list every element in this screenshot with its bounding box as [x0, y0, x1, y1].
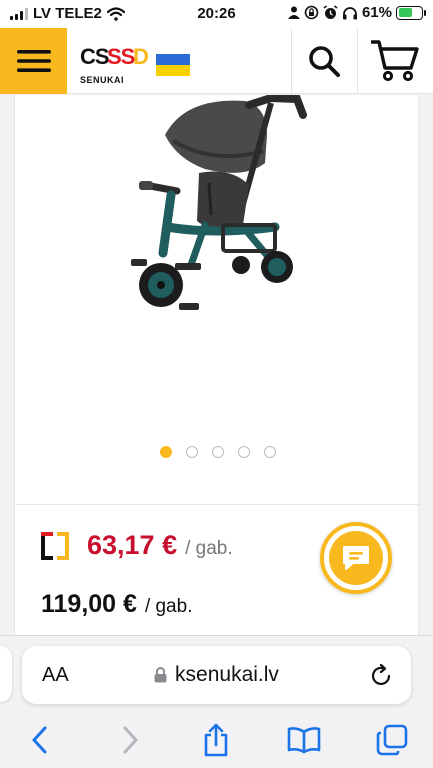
carousel-dot[interactable] [263, 446, 276, 458]
divider [15, 504, 420, 505]
chat-bubble-icon [343, 546, 369, 570]
search-icon [309, 46, 340, 77]
tabs-button[interactable] [372, 720, 412, 760]
status-bar: LV TELE2 20:26 61% [0, 0, 433, 28]
chat-button-inner [329, 531, 383, 585]
carousel-dot[interactable] [211, 446, 224, 458]
address-bar[interactable]: AA ksenukai.lv [22, 646, 411, 704]
regular-price: 119,00 € [41, 590, 137, 618]
image-carousel-dots [15, 446, 420, 458]
share-icon [204, 723, 228, 757]
promo-price-row: 63,17 € / gab. [41, 530, 233, 561]
carousel-dot[interactable] [237, 446, 250, 458]
regular-price-unit: / gab. [144, 596, 193, 617]
lock-icon [154, 667, 167, 683]
promo-price-unit: / gab. [185, 538, 233, 559]
search-button[interactable] [291, 28, 357, 94]
carousel-dot[interactable] [185, 446, 198, 458]
cart-button[interactable] [357, 28, 433, 94]
share-button[interactable] [196, 720, 236, 760]
url-text: ksenukai.lv [175, 663, 279, 686]
browser-toolbar [0, 720, 433, 760]
promo-price: 63,17 € [87, 530, 178, 560]
svg-text:SS: SS [107, 45, 135, 69]
previous-tab-preview[interactable] [0, 646, 12, 702]
bookmarks-button[interactable] [284, 720, 324, 760]
svg-text:D: D [133, 45, 149, 69]
forward-icon [123, 726, 138, 754]
headphones-icon [342, 6, 357, 19]
person-icon [287, 6, 300, 19]
back-button[interactable] [20, 720, 60, 760]
battery-percent: 61% [361, 4, 392, 21]
loyalty-card-icon [41, 531, 69, 560]
site-header: CS SS D SENUKAI [0, 28, 433, 94]
tabs-icon [376, 724, 408, 756]
bookmarks-icon [287, 727, 321, 754]
product-image[interactable] [125, 95, 325, 320]
url-display: ksenukai.lv [22, 663, 411, 687]
screen: { "status_bar": { "carrier": "LV TELE2",… [0, 0, 433, 768]
logo-mark: CS SS D [80, 44, 149, 69]
hamburger-menu-icon [16, 50, 51, 72]
browser-bottom-bar: AA ksenukai.lv [0, 635, 433, 768]
forward-button[interactable] [110, 720, 150, 760]
battery-charging-icon [396, 5, 426, 20]
status-right: 61% [287, 4, 426, 21]
ukraine-flag [156, 54, 190, 76]
carousel-dot[interactable] [159, 446, 172, 458]
battery-level [398, 8, 412, 17]
logo-subtitle: SENUKAI [80, 75, 125, 85]
back-icon [32, 726, 47, 754]
lock-rotation-icon [304, 5, 319, 20]
chat-button[interactable] [320, 522, 392, 594]
menu-button[interactable] [0, 28, 67, 94]
regular-price-row: 119,00 € / gab. [41, 590, 192, 619]
svg-text:CS: CS [80, 45, 109, 69]
alarm-icon [323, 5, 338, 19]
reload-icon[interactable] [371, 663, 393, 687]
shopping-cart-icon [371, 40, 419, 82]
